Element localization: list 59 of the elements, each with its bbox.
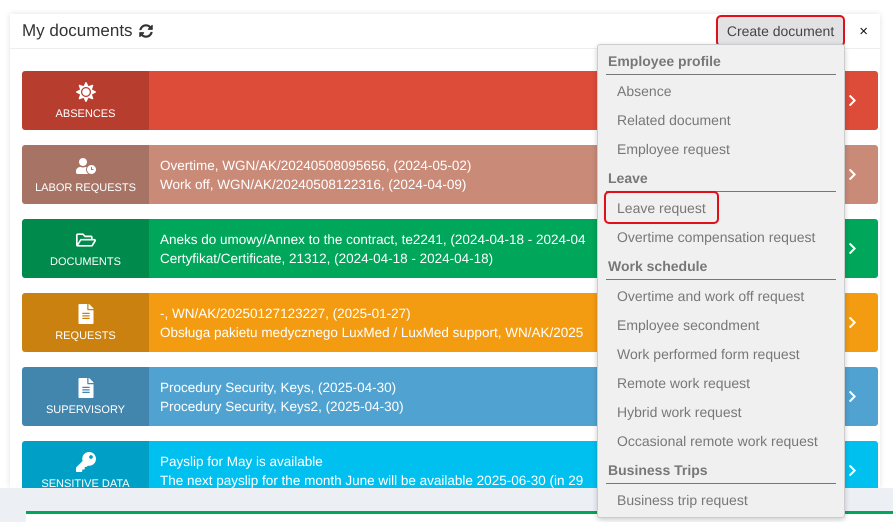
menu-heading: Work schedule	[606, 254, 836, 280]
document-entry[interactable]: The next payslip for the month June will be available 2025-06-30 (in 29	[160, 472, 584, 488]
menu-item[interactable]: Occasional remote work request	[606, 426, 829, 455]
document-entry[interactable]: Overtime, WGN/AK/20240508095656, (2024-05-02)	[160, 158, 472, 172]
card-end[interactable]	[846, 145, 878, 204]
menu-heading: Business Trips	[606, 458, 836, 484]
menu-heading: Employee profile	[606, 49, 836, 75]
card-end[interactable]	[846, 367, 878, 426]
card-end[interactable]	[846, 219, 878, 278]
menu-item[interactable]: Leave request	[606, 193, 717, 222]
menu-item[interactable]: Employee request	[606, 134, 741, 163]
document-entry[interactable]: Procedury Security, Keys2, (2025-04-30)	[160, 398, 404, 414]
document-icon	[76, 304, 96, 324]
category-tile[interactable]: ABSENCES	[22, 71, 149, 130]
menu-item[interactable]: Hybrid work request	[606, 397, 752, 426]
menu-item[interactable]: Related document	[606, 105, 742, 134]
chevron-icon	[846, 242, 859, 255]
category-tile[interactable]: DOCUMENTS	[22, 219, 149, 278]
chevron-icon	[846, 168, 859, 181]
card-label: ABSENCES	[56, 108, 116, 120]
chevron-icon	[846, 94, 859, 107]
card-end[interactable]	[846, 293, 878, 352]
card-label: SENSITIVE DATA	[41, 478, 130, 488]
sun-icon	[76, 82, 96, 102]
category-tile[interactable]: REQUESTS	[22, 293, 149, 352]
document-entry[interactable]: -, WN/AK/20250127123227, (2025-01-27)	[160, 306, 411, 320]
menu-item[interactable]: Absence	[606, 76, 682, 105]
document-entry[interactable]: Certyfikat/Certificate, 21312, (2024-04-18 - 2024-04-18)	[160, 250, 494, 266]
card-label: DOCUMENTS	[50, 256, 121, 268]
category-tile[interactable]: LABOR REQUESTS	[22, 145, 149, 204]
refresh-icon[interactable]	[138, 24, 153, 38]
document-entry[interactable]: Work off, WGN/AK/20240508122316, (2024-04-09)	[160, 176, 466, 192]
category-tile[interactable]: SENSITIVE DATA	[22, 441, 149, 488]
menu-item[interactable]: Work performed form request	[606, 339, 811, 368]
menu-item[interactable]: Business trip request	[606, 485, 759, 514]
key-icon	[76, 452, 96, 472]
document-entry[interactable]: Obsługa pakietu medycznego LuxMed / LuxMed support, WN/AK/2025	[160, 324, 584, 340]
user-clock-icon	[76, 156, 96, 176]
menu-item[interactable]: Overtime compensation request	[606, 222, 826, 251]
panel-title: My documents	[22, 21, 133, 41]
chevron-icon	[846, 316, 859, 329]
document-icon	[76, 378, 96, 398]
category-tile[interactable]: SUPERVISORY	[22, 367, 149, 426]
menu-item[interactable]: Remote work request	[606, 368, 762, 397]
menu-item[interactable]: Overtime and work off request	[606, 281, 816, 310]
card-end[interactable]	[846, 441, 878, 488]
document-entry[interactable]: Aneks do umowy/Annex to the contract, te2241, (2024-04-18 - 2024-04	[160, 232, 586, 246]
document-entry[interactable]: Payslip for May is available	[160, 454, 323, 468]
chevron-icon	[846, 464, 859, 477]
document-entry[interactable]: Procedury Security, Keys, (2025-04-30)	[160, 380, 396, 394]
card-label: REQUESTS	[55, 330, 116, 342]
chevron-icon	[846, 390, 859, 403]
close-button[interactable]: ×	[859, 22, 868, 40]
card-label: LABOR REQUESTS	[35, 182, 136, 194]
card-label: SUPERVISORY	[46, 404, 126, 416]
create-document-button[interactable]: Create document	[718, 17, 844, 45]
menu-heading: Leave	[606, 166, 836, 192]
card-end[interactable]	[846, 71, 878, 130]
menu-item[interactable]: Employee secondment	[606, 310, 770, 339]
